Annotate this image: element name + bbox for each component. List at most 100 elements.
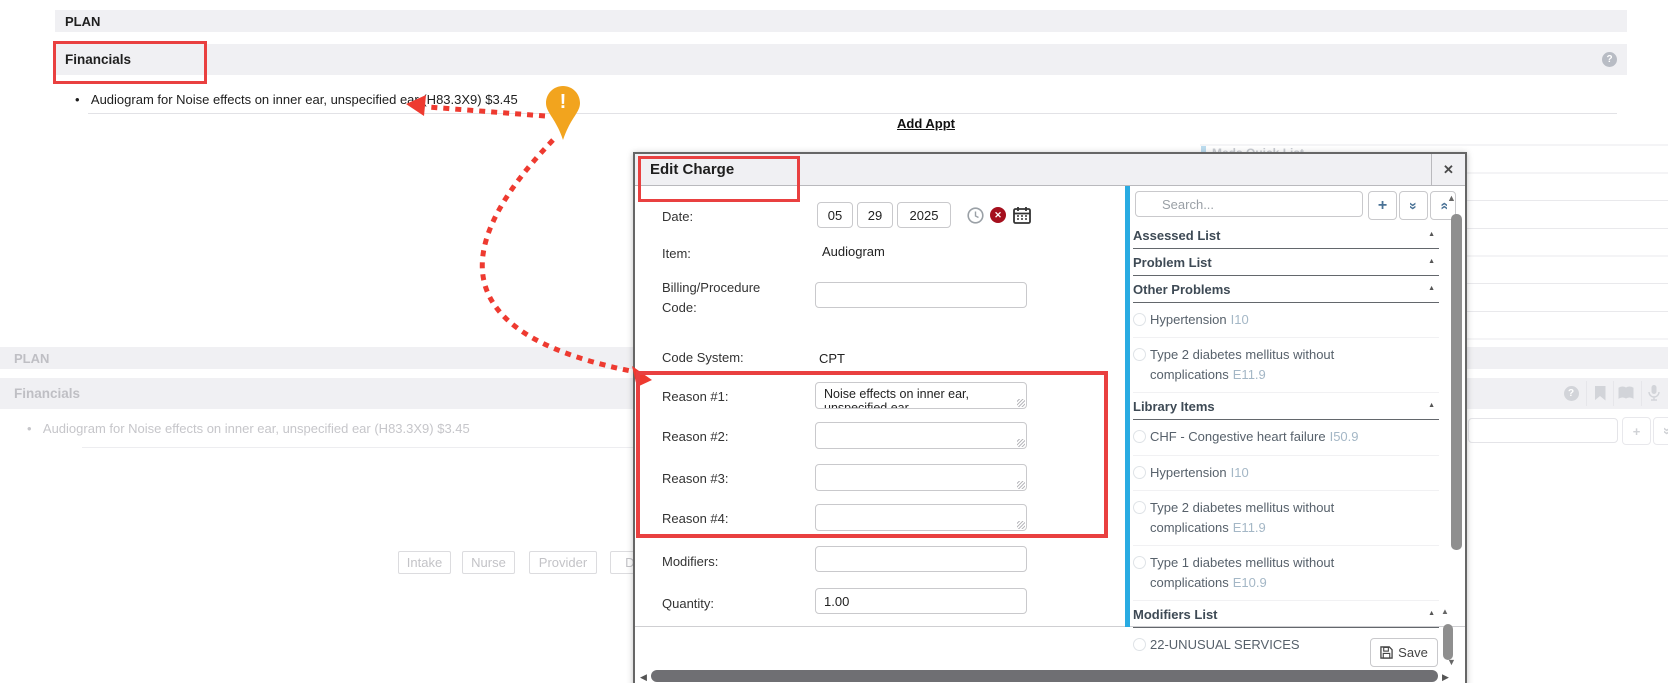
reason2-input[interactable] [815, 422, 1027, 449]
help-glyph: ? [1606, 54, 1612, 65]
modal-header [635, 154, 1465, 186]
reason4-input[interactable] [815, 504, 1027, 531]
resize-grip-icon[interactable] [1017, 439, 1025, 447]
reason1-label: Reason #1: [662, 389, 729, 404]
search-input[interactable] [1135, 191, 1363, 217]
add-item-button[interactable]: + [1368, 191, 1397, 220]
radio-icon[interactable] [1133, 501, 1146, 514]
exclamation-glyph: ! [546, 91, 580, 114]
item-value: Audiogram [822, 244, 885, 259]
section-label: Other Problems [1133, 282, 1231, 297]
tab-label: Intake [407, 555, 442, 570]
calendar-icon[interactable] [1013, 206, 1031, 227]
section-header-problem-list[interactable]: Problem List ▲ [1133, 249, 1439, 276]
resize-grip-icon[interactable] [1017, 399, 1025, 407]
divider [1641, 381, 1642, 406]
collapse-caret-icon[interactable]: ▲ [1428, 285, 1435, 292]
financials-section-header[interactable]: Financials [55, 44, 1627, 75]
library-item[interactable]: Type 1 diabetes mellitus without complic… [1133, 546, 1439, 601]
radio-icon[interactable] [1133, 638, 1146, 651]
hscroll-thumb[interactable] [651, 670, 1438, 682]
vscroll-thumb[interactable] [1451, 214, 1462, 550]
billing-code-input[interactable] [815, 282, 1027, 308]
code-system-value: CPT [819, 351, 845, 366]
list-scroll-up-icon[interactable]: ▲ [1441, 607, 1449, 616]
item-name: CHF - Congestive heart failure [1150, 429, 1326, 444]
clock-icon[interactable] [967, 207, 984, 227]
close-button[interactable]: ✕ [1431, 154, 1465, 186]
date-month-input[interactable] [817, 202, 853, 228]
chevron-down-icon: » [1659, 427, 1668, 435]
reason4-label: Reason #4: [662, 511, 729, 526]
disabled-text-field [1468, 418, 1618, 443]
bullet-icon: • [75, 92, 88, 107]
quantity-input[interactable] [815, 588, 1027, 614]
section-header-library-items[interactable]: Library Items ▲ [1133, 393, 1439, 420]
collapse-caret-icon[interactable]: ▲ [1428, 258, 1435, 265]
divider [1586, 381, 1587, 406]
resize-grip-icon[interactable] [1017, 521, 1025, 529]
tab-intake: Intake [398, 551, 451, 574]
warning-pin-icon: ! [546, 86, 580, 140]
item-code: I50.9 [1330, 429, 1359, 444]
tab-label: Nurse [471, 555, 506, 570]
vscroll-up-icon[interactable]: ▲ [1447, 193, 1456, 203]
item-code: I10 [1231, 465, 1249, 480]
date-label: Date: [662, 209, 693, 224]
item-name: Hypertension [1150, 312, 1227, 327]
resize-grip-icon[interactable] [1017, 481, 1025, 489]
date-year-input[interactable] [897, 202, 951, 228]
add-appt-link[interactable]: Add Appt [897, 116, 955, 131]
reason1-field-wrap: Noise effects on inner ear, unspecified … [815, 382, 1027, 409]
library-item[interactable]: CHF - Congestive heart failure I50.9 [1133, 420, 1439, 455]
section-label: Library Items [1133, 399, 1215, 414]
item-code: I10 [1231, 312, 1249, 327]
vscroll-down-icon[interactable]: ▼ [1447, 657, 1456, 667]
reason2-field-wrap [815, 422, 1027, 449]
code-system-label: Code System: [662, 350, 744, 365]
list-scroll-thumb[interactable] [1443, 624, 1453, 660]
modifiers-input[interactable] [815, 546, 1027, 572]
section-header-other-problems[interactable]: Other Problems ▲ [1133, 276, 1439, 303]
reason1-input[interactable]: Noise effects on inner ear, unspecified … [815, 382, 1027, 409]
quantity-label: Quantity: [662, 596, 714, 611]
double-chevron-down-icon: » [1405, 202, 1421, 210]
help-icon[interactable]: ? [1602, 52, 1617, 67]
library-item[interactable]: Type 2 diabetes mellitus without complic… [1133, 491, 1439, 546]
problem-item[interactable]: Hypertension I10 [1133, 303, 1439, 338]
plan-label: PLAN [65, 14, 100, 29]
radio-icon[interactable] [1133, 313, 1146, 326]
charge-line-item-text-disabled: Audiogram for Noise effects on inner ear… [43, 421, 470, 436]
financials-label: Financials [65, 52, 131, 67]
clear-date-icon[interactable]: ✕ [990, 207, 1006, 223]
collapse-caret-icon[interactable]: ▲ [1428, 610, 1435, 617]
radio-icon[interactable] [1133, 466, 1146, 479]
radio-icon[interactable] [1133, 556, 1146, 569]
hscroll-left-icon[interactable]: ◀ [640, 672, 647, 683]
bookmark-icon-disabled [1592, 385, 1608, 401]
reason3-field-wrap [815, 464, 1027, 491]
collapse-caret-icon[interactable]: ▲ [1428, 402, 1435, 409]
date-day-input[interactable] [857, 202, 893, 228]
problem-item[interactable]: Type 2 diabetes mellitus without complic… [1133, 338, 1439, 393]
reason3-input[interactable] [815, 464, 1027, 491]
plan-section-header[interactable]: PLAN [55, 10, 1627, 32]
item-name: 22-UNUSUAL SERVICES [1150, 637, 1300, 652]
item-code: E11.9 [1233, 520, 1266, 535]
plan-label-disabled: PLAN [14, 351, 49, 366]
collapse-caret-icon[interactable]: ▲ [1428, 231, 1435, 238]
radio-icon[interactable] [1133, 430, 1146, 443]
expand-button-disabled: » [1653, 417, 1668, 445]
section-label: Problem List [1133, 255, 1212, 270]
problem-library-panel: Assessed List ▲ Problem List ▲ Other Pro… [1133, 222, 1439, 662]
library-item[interactable]: HypertensionI10 [1133, 456, 1439, 491]
section-header-assessed-list[interactable]: Assessed List ▲ [1133, 222, 1439, 249]
modifier-item[interactable]: 22-UNUSUAL SERVICES [1133, 628, 1439, 662]
radio-icon[interactable] [1133, 348, 1146, 361]
hscroll-right-icon[interactable]: ▶ [1442, 672, 1449, 683]
billing-code-label-line1: Billing/Procedure [662, 280, 760, 295]
item-code: E11.9 [1233, 367, 1266, 382]
expand-all-button[interactable]: » [1399, 191, 1428, 220]
section-header-modifiers-list[interactable]: Modifiers List ▲ [1133, 601, 1439, 628]
charge-line-item[interactable]: • Audiogram for Noise effects on inner e… [75, 92, 1175, 107]
